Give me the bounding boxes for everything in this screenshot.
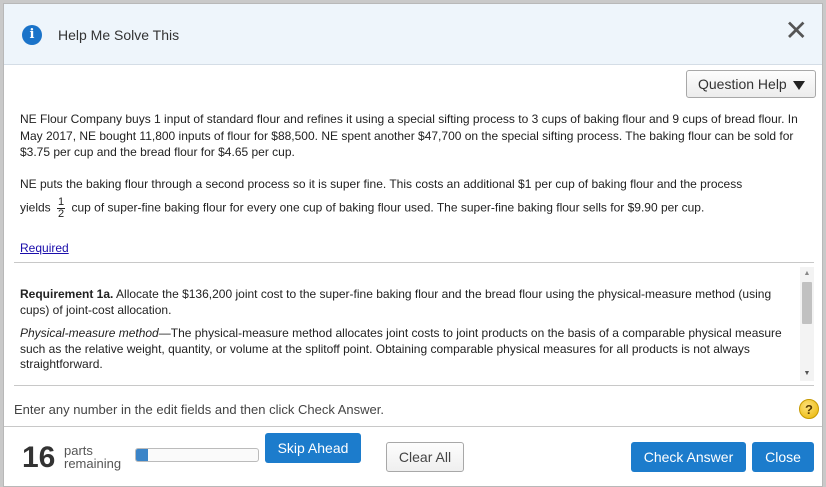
scrollbar[interactable]: ▲ ▼ — [800, 267, 814, 381]
progress-fill — [136, 449, 149, 461]
help-me-solve-dialog: i Help Me Solve This ✕ Question Help NE … — [3, 3, 823, 487]
scroll-up-icon[interactable]: ▲ — [800, 269, 814, 279]
parts-label-line2: remaining — [64, 456, 122, 471]
triangle-down-icon — [792, 81, 805, 90]
parts-remaining-label: parts remaining — [64, 444, 121, 470]
yields-text: yields — [20, 200, 51, 215]
fraction-denominator: 2 — [58, 208, 65, 220]
check-answer-button[interactable]: Check Answer — [631, 442, 746, 472]
problem-paragraph-2: NE puts the baking flour through a secon… — [20, 177, 743, 191]
problem-paragraph-1: NE Flour Company buys 1 input of standar… — [20, 112, 798, 159]
skip-ahead-button[interactable]: Skip Ahead — [265, 433, 361, 463]
clear-all-button[interactable]: Clear All — [386, 442, 464, 472]
close-button[interactable]: Close — [752, 442, 814, 472]
question-help-dropdown[interactable]: Question Help — [686, 70, 816, 98]
section-divider — [14, 262, 814, 263]
title-bar: i Help Me Solve This ✕ — [4, 4, 822, 65]
scrollbar-thumb[interactable] — [802, 282, 812, 324]
yields-rest-text: cup of super-fine baking flour for every… — [71, 200, 705, 215]
footer-bar: 16 parts remaining Skip Ahead Clear All … — [4, 426, 822, 486]
instruction-divider — [14, 385, 814, 386]
requirement-1a: Requirement 1a. Allocate the $136,200 jo… — [20, 287, 790, 318]
fraction-one-half: 1 2 — [57, 197, 66, 220]
help-question-icon[interactable]: ? — [799, 399, 819, 419]
scroll-down-icon[interactable]: ▼ — [800, 369, 814, 379]
required-link[interactable]: Required — [20, 241, 69, 255]
close-icon[interactable]: ✕ — [785, 14, 808, 48]
info-icon: i — [22, 25, 42, 45]
problem-paragraph-3: yields 1 2 cup of super-fine baking flou… — [20, 197, 810, 220]
dialog-title: Help Me Solve This — [58, 27, 180, 43]
question-help-label: Question Help — [698, 76, 787, 92]
method-term: Physical-measure method — [20, 326, 159, 340]
requirement-area: Requirement 1a. Allocate the $136,200 jo… — [20, 287, 790, 381]
problem-statement: NE Flour Company buys 1 input of standar… — [20, 111, 806, 161]
requirement-heading: Requirement 1a. — [20, 287, 114, 301]
method-definition: Physical-measure method—The physical-mea… — [20, 326, 790, 373]
parts-count: 16 — [22, 441, 56, 474]
progress-bar — [135, 448, 259, 462]
requirement-text: Allocate the $136,200 joint cost to the … — [20, 287, 772, 317]
instruction-text: Enter any number in the edit fields and … — [14, 402, 384, 417]
